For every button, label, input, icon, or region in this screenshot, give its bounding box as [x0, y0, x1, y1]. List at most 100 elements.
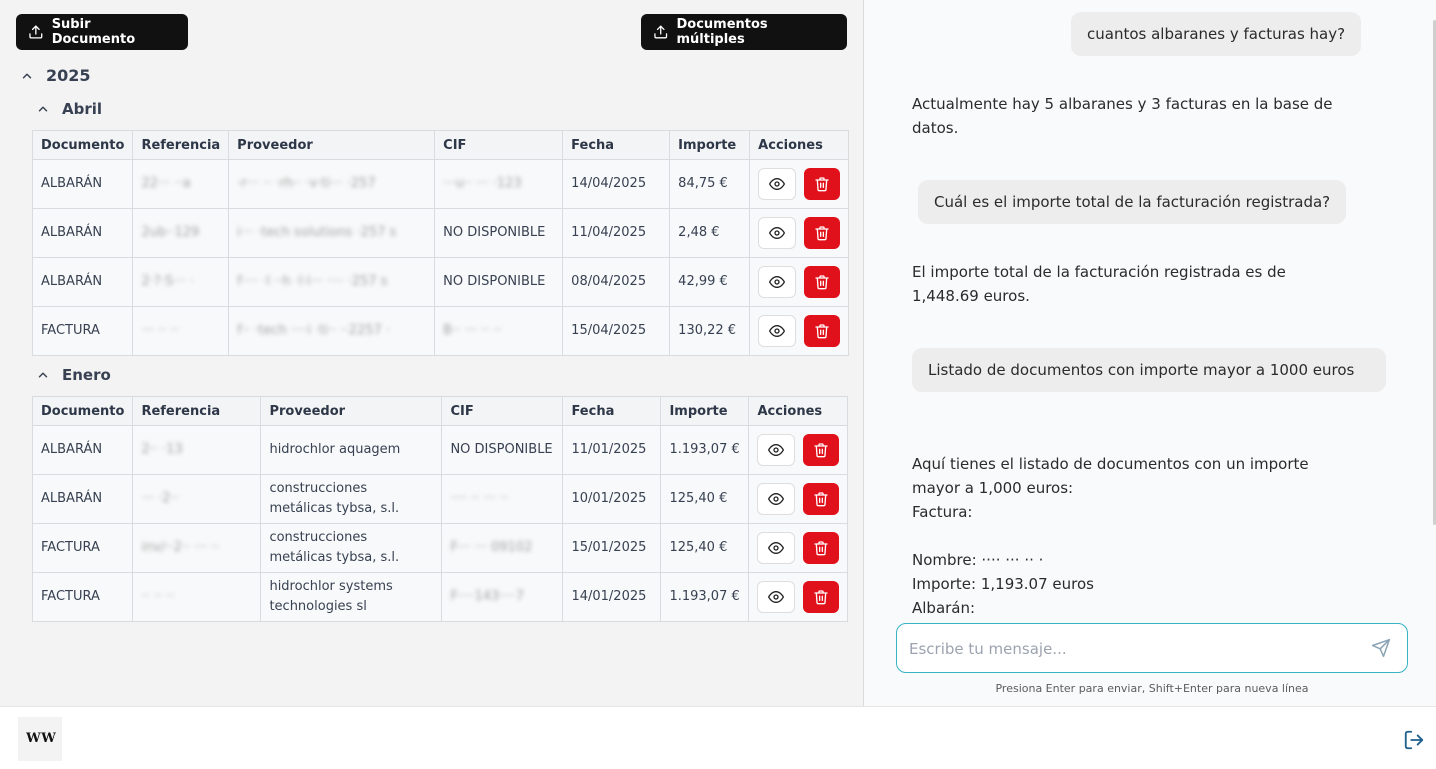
upload-document-button[interactable]: Subir Documento	[16, 14, 188, 50]
supplier-cell: f···· ·l ··h ·l·i··· ···· ·257 s	[228, 257, 436, 307]
reference-value: inv/··2·· ··· ··	[141, 540, 220, 555]
eye-icon	[769, 178, 786, 190]
actions-cell	[749, 257, 850, 307]
date-cell: 08/04/2025	[562, 257, 671, 307]
chevron-up-icon	[22, 73, 32, 78]
view-button[interactable]	[758, 168, 797, 200]
documents-panel: Subir Documento Documentos múltiples 202…	[0, 0, 864, 706]
trash-icon	[815, 177, 829, 192]
view-button[interactable]	[757, 532, 796, 564]
table-row: ALBARÁN 2·?·S··· · f···· ·l ··h ·l·i··· ··…	[31, 257, 850, 307]
table-header-row: Documento Referencia Proveedor CIF Fecha…	[31, 396, 849, 426]
view-button[interactable]	[758, 315, 797, 347]
supplier-cell: construcciones metálicas tybsa, s.l.	[260, 523, 443, 573]
delete-button[interactable]	[803, 483, 840, 515]
delete-button[interactable]	[804, 217, 841, 249]
upload-icon	[654, 25, 668, 39]
reference-value: 2·· ·13	[141, 442, 183, 457]
supplier-value: i··· ·tech solutions ·257 s	[237, 225, 397, 240]
cif-cell: NO DISPONIBLE	[434, 208, 564, 258]
send-icon[interactable]	[1371, 638, 1391, 658]
chat-panel: cuantos albaranes y facturas hay? Actual…	[864, 0, 1436, 706]
trash-icon	[815, 226, 829, 241]
logout-icon[interactable]	[1403, 729, 1425, 751]
cif-value: ···u·· ··· ·123	[443, 176, 522, 191]
delete-button[interactable]	[804, 315, 841, 347]
amount-cell: 1.193,07 €	[660, 425, 750, 475]
supplier-value: ·r··· ·· ·rh·· ·v·ti··· ·257	[237, 176, 376, 191]
reference-value: 2ub··129	[141, 225, 200, 240]
actions-cell	[748, 474, 849, 524]
year-group-toggle[interactable]: 2025	[20, 66, 91, 85]
message-line: Factura:	[912, 503, 973, 521]
month-toggle-january[interactable]: Enero	[36, 366, 111, 384]
view-button[interactable]	[757, 483, 796, 515]
date-cell: 11/04/2025	[562, 208, 671, 258]
document-type: FACTURA	[31, 523, 134, 573]
delete-button[interactable]	[804, 266, 841, 298]
cif-cell: ···u·· ··· ·123	[434, 159, 564, 209]
trash-icon	[814, 443, 829, 458]
table-row: ALBARÁN 22··· ··a ·r··· ·· ·rh·· ·v·ti··· …	[31, 159, 850, 209]
reference-cell: 2·· ·13	[132, 425, 262, 475]
view-button[interactable]	[758, 217, 797, 249]
cif-value: ···· ·· ··· ··	[450, 491, 509, 506]
view-button[interactable]	[757, 581, 796, 613]
reference-cell: ··· ·2··	[132, 474, 262, 524]
delete-button[interactable]	[803, 581, 840, 613]
column-header: Referencia	[132, 130, 230, 160]
month-label: Enero	[62, 366, 111, 384]
eye-icon	[768, 542, 785, 554]
reference-cell: 22··· ··a	[132, 159, 230, 209]
cif-cell: NO DISPONIBLE	[434, 257, 564, 307]
column-header: Proveedor	[260, 396, 443, 426]
chat-message-input[interactable]	[909, 636, 1359, 662]
reference-cell: 2ub··129	[132, 208, 230, 258]
assistant-message: Actualmente hay 5 albaranes y 3 facturas…	[912, 95, 1333, 137]
upload-icon	[29, 25, 43, 39]
reference-value: ··· ·· ··	[141, 323, 179, 338]
message-line: Importe: 1,193.07 euros	[912, 575, 1094, 593]
table-header-row: Documento Referencia Proveedor CIF Fecha…	[31, 130, 850, 160]
supplier-value: construcciones metálicas tybsa, s.l.	[269, 481, 400, 516]
amount-cell: 125,40 €	[660, 523, 750, 573]
reference-cell: inv/··2·· ··· ··	[132, 523, 262, 573]
column-header: CIF	[441, 396, 564, 426]
cif-cell: ···· ·· ··· ··	[441, 474, 564, 524]
documents-table-january: Documento Referencia Proveedor CIF Fecha…	[31, 396, 849, 622]
table-row: FACTURA ··· ·· ·· f·· ·tech ····i ·ti·· ··…	[31, 306, 850, 356]
year-label: 2025	[46, 66, 91, 85]
brand-logo[interactable]: W W	[18, 717, 62, 761]
cif-value: NO DISPONIBLE	[443, 225, 546, 240]
view-button[interactable]	[758, 266, 797, 298]
column-header: Documento	[31, 130, 134, 160]
view-button[interactable]	[757, 434, 796, 466]
chat-input-container	[896, 623, 1408, 673]
multiple-documents-label: Documentos múltiples	[676, 17, 768, 47]
document-type: FACTURA	[31, 306, 134, 356]
date-cell: 10/01/2025	[562, 474, 662, 524]
delete-button[interactable]	[803, 434, 840, 466]
eye-icon	[769, 276, 786, 288]
column-header: Acciones	[749, 130, 850, 160]
delete-button[interactable]	[804, 168, 841, 200]
message-line: Aquí tienes el listado de documentos con…	[912, 455, 1309, 497]
column-header: Importe	[669, 130, 751, 160]
eye-icon	[768, 591, 785, 603]
actions-cell	[748, 572, 849, 622]
eye-icon	[769, 325, 786, 337]
reference-value: 2·?·S··· ·	[141, 274, 194, 289]
date-cell: 14/01/2025	[562, 572, 662, 622]
input-hint: Presiona Enter para enviar, Shift+Enter …	[995, 682, 1309, 695]
cif-cell: F··· ··· 09102	[441, 523, 564, 573]
reference-cell: ·· ·· ··	[132, 572, 262, 622]
date-cell: 14/04/2025	[562, 159, 671, 209]
month-toggle-april[interactable]: Abril	[36, 100, 102, 118]
date-cell: 15/01/2025	[562, 523, 662, 573]
reference-value: 22··· ··a	[141, 176, 191, 191]
user-message: cuantos albaranes y facturas hay?	[1071, 12, 1362, 56]
amount-cell: 42,99 €	[669, 257, 751, 307]
multiple-documents-button[interactable]: Documentos múltiples	[641, 14, 847, 50]
delete-button[interactable]	[803, 532, 840, 564]
supplier-value: hidrochlor aquagem	[269, 442, 401, 457]
